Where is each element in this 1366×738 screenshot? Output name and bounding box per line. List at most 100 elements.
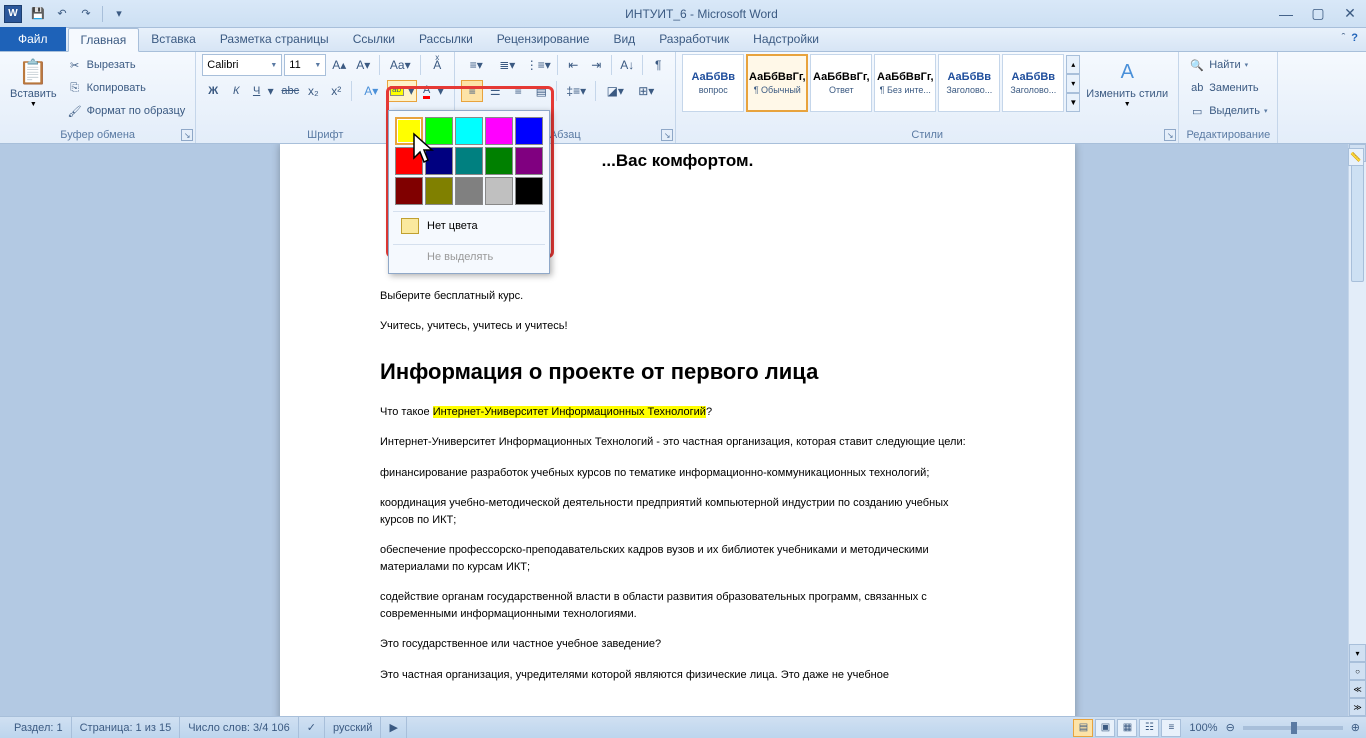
full-screen-view-icon[interactable]: ▣	[1095, 719, 1115, 737]
help-icon[interactable]: ?	[1351, 32, 1358, 44]
clear-formatting-icon[interactable]: Aͯ	[426, 54, 448, 76]
find-button[interactable]: 🔍Найти▾	[1185, 54, 1271, 76]
status-proofing-icon[interactable]: ✓	[299, 717, 325, 738]
color-swatch-gray[interactable]	[455, 177, 483, 205]
paste-button[interactable]: 📋 Вставить ▼	[6, 54, 61, 110]
color-swatch-blue[interactable]	[515, 117, 543, 145]
format-painter-button[interactable]: 🖌Формат по образцу	[63, 100, 190, 122]
font-name-combo[interactable]: Calibri▼	[202, 54, 282, 76]
color-swatch-maroon[interactable]	[395, 177, 423, 205]
line-spacing-icon[interactable]: ‡≡▾	[561, 80, 591, 102]
color-swatch-navy[interactable]	[425, 147, 453, 175]
outline-view-icon[interactable]: ☷	[1139, 719, 1159, 737]
underline-icon[interactable]: Ч▾	[248, 80, 278, 102]
qat-customize-icon[interactable]: ▾	[109, 4, 129, 24]
browse-object-icon[interactable]: ○	[1349, 662, 1366, 680]
zoom-level[interactable]: 100%	[1189, 722, 1217, 734]
tab-references[interactable]: Ссылки	[341, 27, 407, 51]
show-marks-icon[interactable]: ¶	[647, 54, 669, 76]
multilevel-list-icon[interactable]: ⋮≡▾	[523, 54, 553, 76]
redo-icon[interactable]: ↷	[76, 4, 96, 24]
shading-icon[interactable]: ◪▾	[600, 80, 630, 102]
zoom-in-icon[interactable]: ⊕	[1351, 721, 1360, 734]
tab-home[interactable]: Главная	[68, 28, 140, 52]
font-size-combo[interactable]: 11▼	[284, 54, 326, 76]
style-item[interactable]: АаБбВвГг,¶ Обычный	[746, 54, 808, 112]
print-layout-view-icon[interactable]: ▤	[1073, 719, 1093, 737]
align-right-icon[interactable]: ≡	[507, 80, 529, 102]
style-item[interactable]: АаБбВввопрос	[682, 54, 744, 112]
tab-addins[interactable]: Надстройки	[741, 27, 831, 51]
select-button[interactable]: ▭Выделить▾	[1185, 100, 1271, 122]
cut-button[interactable]: ✂Вырезать	[63, 54, 190, 76]
color-swatch-green[interactable]	[425, 117, 453, 145]
shrink-font-icon[interactable]: A▾	[352, 54, 374, 76]
status-section[interactable]: Раздел: 1	[6, 717, 72, 738]
status-page[interactable]: Страница: 1 из 15	[72, 717, 181, 738]
grow-font-icon[interactable]: A▴	[328, 54, 350, 76]
increase-indent-icon[interactable]: ⇥	[585, 54, 607, 76]
color-swatch-black[interactable]	[515, 177, 543, 205]
font-color-icon[interactable]: A▾	[418, 80, 448, 102]
clipboard-launcher[interactable]: ↘	[181, 129, 193, 141]
ruler-toggle-icon[interactable]: 📏	[1348, 148, 1364, 166]
status-word-count[interactable]: Число слов: 3/4 106	[180, 717, 299, 738]
subscript-icon[interactable]: x₂	[302, 80, 324, 102]
prev-page-icon[interactable]: ≪	[1349, 680, 1366, 698]
zoom-out-icon[interactable]: ⊖	[1226, 721, 1235, 734]
minimize-button[interactable]: —	[1274, 5, 1298, 23]
file-tab[interactable]: Файл	[0, 27, 66, 51]
scroll-thumb[interactable]	[1351, 162, 1364, 282]
maximize-button[interactable]: ▢	[1306, 5, 1330, 23]
color-swatch-teal[interactable]	[455, 147, 483, 175]
next-page-icon[interactable]: ≫	[1349, 698, 1366, 716]
draft-view-icon[interactable]: ≡	[1161, 719, 1181, 737]
style-item[interactable]: АаБбВвГг,Ответ	[810, 54, 872, 112]
close-button[interactable]: ✕	[1338, 5, 1362, 23]
save-icon[interactable]: 💾	[28, 4, 48, 24]
justify-icon[interactable]: ▤	[530, 80, 552, 102]
tab-review[interactable]: Рецензирование	[485, 27, 602, 51]
zoom-thumb[interactable]	[1291, 722, 1297, 734]
bullets-icon[interactable]: ≡▾	[461, 54, 491, 76]
web-layout-view-icon[interactable]: ▦	[1117, 719, 1137, 737]
zoom-slider[interactable]	[1243, 726, 1343, 730]
status-language[interactable]: русский	[325, 717, 381, 738]
styles-launcher[interactable]: ↘	[1164, 129, 1176, 141]
undo-icon[interactable]: ↶	[52, 4, 72, 24]
highlight-color-icon[interactable]: ▾	[387, 80, 417, 102]
replace-button[interactable]: abЗаменить	[1185, 77, 1271, 99]
tab-view[interactable]: Вид	[601, 27, 647, 51]
stop-highlight-option[interactable]: Не выделять	[393, 244, 545, 269]
color-swatch-cyan[interactable]	[455, 117, 483, 145]
color-swatch-purple[interactable]	[515, 147, 543, 175]
styles-scroll-down[interactable]: ▾	[1066, 74, 1080, 93]
text-effects-icon[interactable]: A▾	[356, 80, 386, 102]
italic-icon[interactable]: К	[225, 80, 247, 102]
color-swatch-olive[interactable]	[425, 177, 453, 205]
tab-insert[interactable]: Вставка	[139, 27, 208, 51]
change-case-icon[interactable]: Aa▾	[385, 54, 415, 76]
align-center-icon[interactable]: ☰	[484, 80, 506, 102]
tab-developer[interactable]: Разработчик	[647, 27, 741, 51]
status-macro-icon[interactable]: ▶	[381, 717, 406, 738]
no-color-option[interactable]: Нет цвета	[393, 211, 545, 240]
style-item[interactable]: АаБбВвГг,¶ Без инте...	[874, 54, 936, 112]
tab-page-layout[interactable]: Разметка страницы	[208, 27, 341, 51]
paragraph-launcher[interactable]: ↘	[661, 129, 673, 141]
scroll-down-icon[interactable]: ▾	[1349, 644, 1366, 662]
borders-icon[interactable]: ⊞▾	[631, 80, 661, 102]
styles-scroll-up[interactable]: ▴	[1066, 55, 1080, 74]
style-item[interactable]: АаБбВвЗаголово...	[1002, 54, 1064, 112]
styles-expand[interactable]: ▼	[1066, 93, 1080, 112]
change-styles-button[interactable]: A Изменить стили ▼	[1082, 54, 1172, 110]
strikethrough-icon[interactable]: abc	[279, 80, 301, 102]
color-swatch-red[interactable]	[395, 147, 423, 175]
numbering-icon[interactable]: ≣▾	[492, 54, 522, 76]
style-item[interactable]: АаБбВвЗаголово...	[938, 54, 1000, 112]
decrease-indent-icon[interactable]: ⇤	[562, 54, 584, 76]
vertical-scrollbar[interactable]: ▴ ▾ ○ ≪ ≫	[1348, 144, 1366, 716]
tab-mailings[interactable]: Рассылки	[407, 27, 485, 51]
superscript-icon[interactable]: x²	[325, 80, 347, 102]
align-left-icon[interactable]: ≡	[461, 80, 483, 102]
